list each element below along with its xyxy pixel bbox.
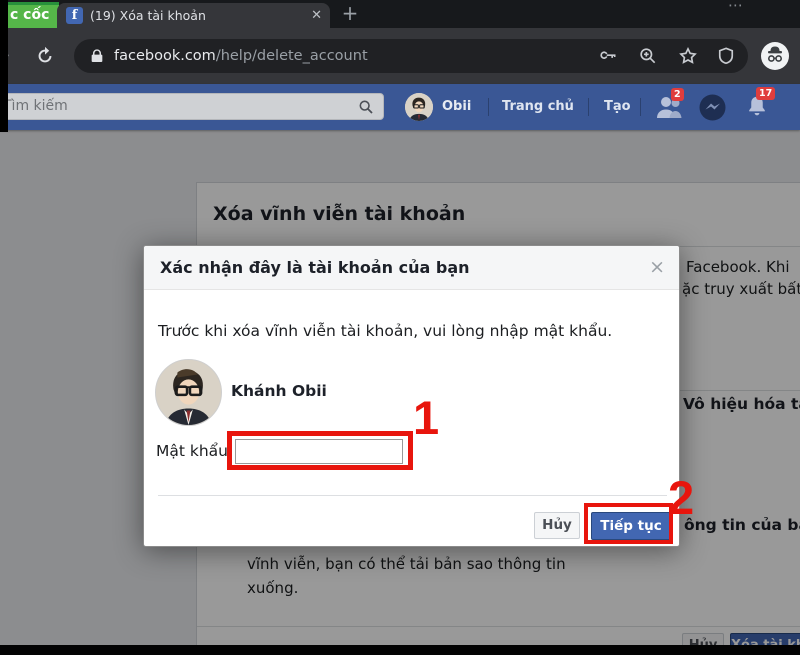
coccoc-logo-text: c cốc bbox=[10, 7, 49, 23]
header-username[interactable]: Obii bbox=[442, 84, 471, 130]
tab-close-icon[interactable]: ✕ bbox=[311, 3, 322, 28]
dialog-instruction: Trước khi xóa vĩnh viễn tài khoản, vui l… bbox=[158, 322, 612, 340]
close-icon[interactable]: × bbox=[649, 246, 665, 290]
window-menu-dots-icon[interactable]: ⋯ bbox=[728, 0, 744, 14]
messenger-icon[interactable] bbox=[699, 94, 726, 121]
confirm-account-dialog: Xác nhận đây là tài khoản của bạn × Trướ… bbox=[143, 245, 680, 547]
facebook-header: Tìm kiếm Obii Trang chủ Tạo 2 17 bbox=[0, 84, 800, 130]
video-frame-left-bar bbox=[0, 0, 8, 132]
dialog-divider bbox=[158, 495, 667, 496]
incognito-profile-button[interactable] bbox=[761, 42, 789, 70]
dialog-header: Xác nhận đây là tài khoản của bạn × bbox=[144, 246, 679, 290]
account-name: Khánh Obii bbox=[231, 382, 327, 400]
search-placeholder: Tìm kiếm bbox=[3, 94, 68, 119]
address-bar[interactable]: facebook.com/help/delete_account bbox=[74, 39, 748, 73]
video-frame-bottom-bar bbox=[0, 645, 800, 655]
new-tab-button[interactable]: + bbox=[338, 0, 362, 28]
bookmark-star-icon[interactable] bbox=[678, 46, 698, 66]
friend-requests-icon[interactable]: 2 bbox=[654, 94, 684, 120]
nav-create[interactable]: Tạo bbox=[604, 84, 631, 130]
header-divider bbox=[640, 98, 641, 116]
facebook-favicon-icon: f bbox=[66, 7, 83, 24]
zoom-in-icon[interactable] bbox=[638, 46, 658, 66]
reload-icon[interactable] bbox=[34, 45, 56, 67]
annotation-step-1: 1 bbox=[413, 394, 439, 441]
annotation-step-2: 2 bbox=[668, 474, 694, 521]
header-avatar[interactable] bbox=[405, 93, 433, 121]
nav-home[interactable]: Trang chủ bbox=[502, 84, 574, 130]
url-path: /help/delete_account bbox=[216, 48, 368, 64]
annotation-box-password bbox=[227, 431, 413, 470]
screenshot-root: c cốc f (19) Xóa tài khoản ✕ + ⋯ → faceb… bbox=[0, 0, 800, 655]
friends-badge: 2 bbox=[671, 88, 684, 101]
notifications-badge: 17 bbox=[756, 87, 775, 100]
notifications-bell-icon[interactable]: 17 bbox=[744, 94, 770, 120]
browser-tab[interactable]: f (19) Xóa tài khoản ✕ bbox=[57, 3, 330, 28]
url-domain: facebook.com bbox=[114, 48, 216, 64]
dialog-title: Xác nhận đây là tài khoản của bạn bbox=[160, 246, 470, 290]
lock-icon bbox=[89, 48, 105, 64]
search-input[interactable]: Tìm kiếm bbox=[0, 93, 384, 120]
account-avatar bbox=[155, 359, 222, 426]
browser-tab-strip: c cốc f (19) Xóa tài khoản ✕ + ⋯ bbox=[0, 0, 800, 28]
browser-toolbar: → facebook.com/help/delete_account bbox=[0, 28, 800, 84]
password-label: Mật khẩu: bbox=[156, 442, 233, 460]
header-divider bbox=[588, 98, 589, 116]
password-key-icon[interactable] bbox=[598, 46, 618, 66]
shield-adblock-icon[interactable] bbox=[716, 46, 736, 66]
annotation-box-continue bbox=[584, 503, 673, 544]
coccoc-logo: c cốc bbox=[8, 2, 59, 28]
cancel-button[interactable]: Hủy bbox=[534, 512, 580, 539]
search-icon[interactable] bbox=[358, 99, 374, 115]
header-divider bbox=[488, 98, 489, 116]
url-text: facebook.com/help/delete_account bbox=[114, 39, 368, 73]
tab-title: (19) Xóa tài khoản bbox=[90, 3, 320, 28]
